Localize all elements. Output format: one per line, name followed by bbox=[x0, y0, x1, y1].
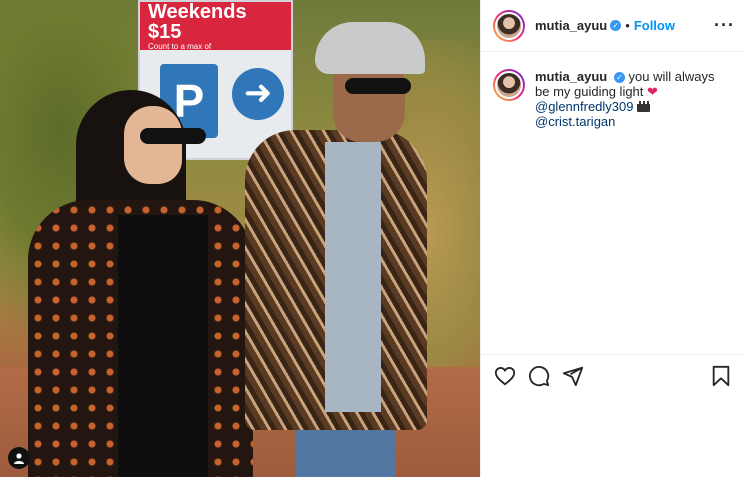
caption: mutia_ayuu ✓ you will always be my guidi… bbox=[481, 52, 745, 129]
post-side-panel: mutia_ayuu ✓ • Follow ··· mutia_ayuu ✓ y… bbox=[480, 0, 745, 477]
share-icon[interactable] bbox=[561, 364, 585, 388]
caption-text: mutia_ayuu ✓ you will always be my guidi… bbox=[535, 69, 725, 129]
woman-sunglasses bbox=[140, 128, 206, 144]
more-options-icon[interactable]: ··· bbox=[714, 16, 735, 34]
verified-badge-icon: ✓ bbox=[613, 72, 625, 83]
separator-dot: • bbox=[625, 18, 630, 33]
woman-face bbox=[124, 106, 182, 184]
mention-link-2[interactable]: @crist.tarigan bbox=[535, 114, 615, 129]
avatar-image bbox=[495, 71, 523, 99]
clapper-board-icon bbox=[637, 101, 651, 112]
comment-icon[interactable] bbox=[527, 364, 551, 388]
mention-link-1[interactable]: @glennfredly309 bbox=[535, 99, 633, 114]
heart-icon[interactable] bbox=[493, 364, 517, 388]
avatar[interactable] bbox=[493, 9, 525, 42]
verified-badge-icon: ✓ bbox=[610, 20, 622, 31]
username-link[interactable]: mutia_ayuu bbox=[535, 18, 607, 33]
sign-heading: Weekends $15 bbox=[148, 1, 247, 43]
user-icon[interactable] bbox=[8, 447, 30, 469]
share-glyph bbox=[562, 366, 584, 386]
caption-username[interactable]: mutia_ayuu bbox=[535, 69, 607, 84]
heart-glyph bbox=[494, 366, 516, 385]
bookmark-icon[interactable] bbox=[709, 364, 733, 388]
man-figure bbox=[245, 20, 430, 477]
action-bar bbox=[481, 354, 745, 396]
woman-figure bbox=[28, 90, 253, 477]
avatar-image bbox=[495, 11, 523, 40]
woman-black-top bbox=[118, 215, 208, 477]
comment-glyph bbox=[528, 365, 550, 386]
man-tshirt bbox=[325, 142, 381, 412]
user-glyph bbox=[14, 453, 24, 464]
post-photo[interactable]: Weekends $15 Count to a max of P ➜ bbox=[0, 0, 480, 477]
red-heart-emoji-icon: ❤ bbox=[647, 84, 658, 99]
bookmark-glyph bbox=[712, 365, 730, 386]
post-header: mutia_ayuu ✓ • Follow ··· bbox=[481, 0, 745, 52]
caption-avatar[interactable] bbox=[493, 69, 525, 101]
man-sunglasses bbox=[345, 78, 411, 94]
follow-button[interactable]: Follow bbox=[634, 18, 675, 33]
man-cap bbox=[315, 22, 425, 74]
